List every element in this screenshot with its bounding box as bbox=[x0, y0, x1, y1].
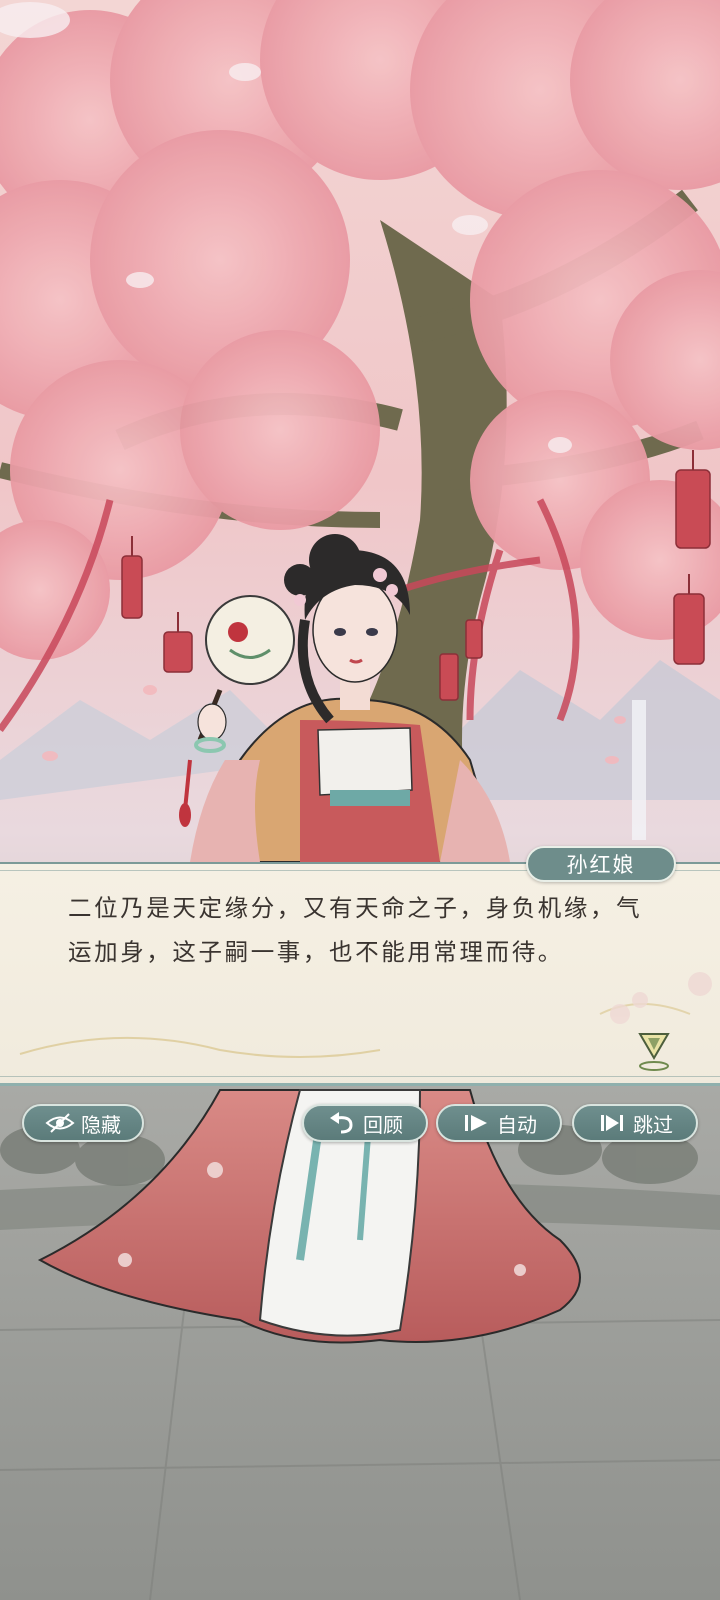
hide-button[interactable]: 隐藏 bbox=[22, 1104, 144, 1142]
speaker-name-tag: 孙红娘 bbox=[526, 846, 676, 882]
speaker-name: 孙红娘 bbox=[566, 853, 636, 877]
background-illustration bbox=[0, 0, 720, 1600]
skip-label: 跳过 bbox=[633, 1112, 673, 1137]
undo-arrow-icon bbox=[330, 1112, 353, 1134]
auto-button[interactable]: 自动 bbox=[436, 1104, 562, 1142]
play-icon bbox=[465, 1115, 487, 1131]
eye-slash-icon bbox=[45, 1113, 75, 1133]
down-triangle-icon[interactable] bbox=[636, 1028, 672, 1072]
auto-label: 自动 bbox=[497, 1112, 537, 1137]
skip-forward-icon bbox=[601, 1115, 623, 1131]
dialogue-box[interactable]: 二位乃是天定缘分，又有天命之子，身负机缘，气运加身，这子嗣一事，也不能用常理而待… bbox=[0, 862, 720, 1086]
review-button[interactable]: 回顾 bbox=[302, 1104, 428, 1142]
review-label: 回顾 bbox=[363, 1112, 403, 1137]
skip-button[interactable]: 跳过 bbox=[572, 1104, 698, 1142]
hide-label: 隐藏 bbox=[81, 1112, 121, 1137]
game-scene[interactable]: 孙红娘 二位乃是天定缘分，又有天命之子，身负机缘，气运加身，这子嗣一事，也不能用… bbox=[0, 0, 720, 1600]
dialogue-text: 二位乃是天定缘分，又有天命之子，身负机缘，气运加身，这子嗣一事，也不能用常理而待… bbox=[68, 894, 643, 966]
